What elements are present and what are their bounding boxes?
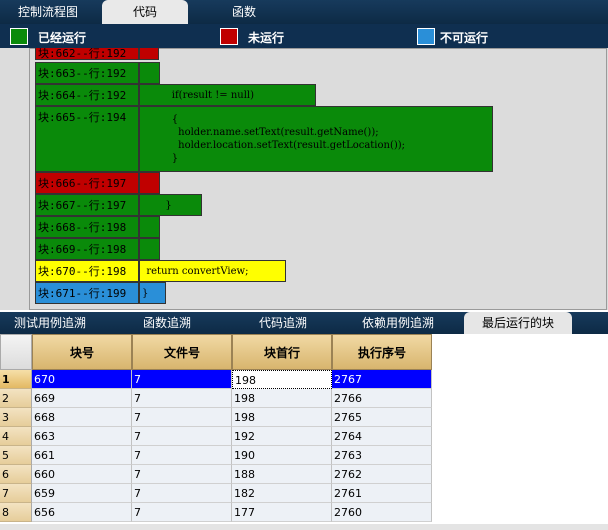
table-cell[interactable]: 182 <box>232 484 332 503</box>
row-header[interactable]: 7 <box>0 484 32 503</box>
block-code <box>139 62 160 84</box>
block-code <box>139 238 160 260</box>
tab-last-run-blocks[interactable]: 最后运行的块 <box>464 312 572 334</box>
table-cell[interactable]: 188 <box>232 465 332 484</box>
block-code: { holder.name.setText(result.getName());… <box>139 106 493 172</box>
block-label[interactable]: 块:666--行:197 <box>35 172 139 194</box>
table-cell[interactable]: 2761 <box>332 484 432 503</box>
legend-swatch-unreachable <box>417 28 435 45</box>
column-header-first-line[interactable]: 块首行 <box>232 334 332 370</box>
block-code: if(result != null) <box>139 84 316 106</box>
top-tab-bar: 控制流程图 代码 函数 <box>0 0 608 24</box>
table-cell[interactable]: 2760 <box>332 503 432 522</box>
block-label[interactable]: 块:665--行:194 <box>35 106 139 172</box>
row-header[interactable]: 1 <box>0 370 32 389</box>
table-cell[interactable]: 7 <box>132 503 232 522</box>
table-cell[interactable]: 2764 <box>332 427 432 446</box>
tab-control-flow[interactable]: 控制流程图 <box>8 0 88 24</box>
row-header[interactable]: 2 <box>0 389 32 408</box>
block-label[interactable]: 块:664--行:192 <box>35 84 139 106</box>
tab-dependency-trace[interactable]: 依赖用例追溯 <box>362 312 434 334</box>
table-cell[interactable]: 7 <box>132 446 232 465</box>
column-header-exec-order[interactable]: 执行序号 <box>332 334 432 370</box>
table-cell[interactable]: 660 <box>32 465 132 484</box>
table-cell[interactable]: 2763 <box>332 446 432 465</box>
table-cell[interactable]: 2765 <box>332 408 432 427</box>
table-corner <box>0 334 32 370</box>
table-cell[interactable]: 7 <box>132 370 232 389</box>
table-cell[interactable]: 192 <box>232 427 332 446</box>
legend-label-run: 已经运行 <box>38 31 87 45</box>
column-header-block-no[interactable]: 块号 <box>32 334 132 370</box>
table-cell[interactable]: 198 <box>232 408 332 427</box>
block-label[interactable]: 块:662--行:192 <box>35 48 139 60</box>
table-cell[interactable]: 661 <box>32 446 132 465</box>
table-cell[interactable]: 2766 <box>332 389 432 408</box>
block-code <box>139 172 160 194</box>
legend-swatch-not-run <box>220 28 238 45</box>
table-cell[interactable]: 7 <box>132 427 232 446</box>
row-header[interactable]: 3 <box>0 408 32 427</box>
block-label[interactable]: 块:663--行:192 <box>35 62 139 84</box>
table-cell[interactable]: 668 <box>32 408 132 427</box>
table-cell[interactable]: 2762 <box>332 465 432 484</box>
bottom-tab-bar: 测试用例追溯 函数追溯 代码追溯 依赖用例追溯 最后运行的块 <box>0 312 608 334</box>
row-header[interactable]: 4 <box>0 427 32 446</box>
table-cell[interactable]: 190 <box>232 446 332 465</box>
table-cell[interactable]: 7 <box>132 465 232 484</box>
block-label[interactable]: 块:669--行:198 <box>35 238 139 260</box>
tab-code[interactable]: 代码 <box>102 0 188 24</box>
block-code <box>139 216 160 238</box>
table-cell[interactable]: 670 <box>32 370 132 389</box>
block-code: return convertView; <box>139 260 286 282</box>
table-cell[interactable]: 669 <box>32 389 132 408</box>
table-cell[interactable]: 198 <box>232 370 332 389</box>
table-cell[interactable]: 177 <box>232 503 332 522</box>
table-cell[interactable]: 198 <box>232 389 332 408</box>
block-code <box>139 48 159 60</box>
tab-testcase-trace[interactable]: 测试用例追溯 <box>14 312 86 334</box>
coverage-legend: 已经运行 未运行 不可运行 <box>0 24 608 48</box>
tab-functions[interactable]: 函数 <box>218 0 270 24</box>
row-header[interactable]: 6 <box>0 465 32 484</box>
table-cell[interactable]: 656 <box>32 503 132 522</box>
block-label[interactable]: 块:670--行:198 <box>35 260 139 282</box>
legend-swatch-run <box>10 28 28 45</box>
column-header-file-no[interactable]: 文件号 <box>132 334 232 370</box>
tab-code-trace[interactable]: 代码追溯 <box>259 312 307 334</box>
row-header[interactable]: 5 <box>0 446 32 465</box>
code-coverage-view[interactable]: 块:662--行:192 块:663--行:192 块:664--行:192 i… <box>0 48 608 310</box>
block-code: } <box>139 194 202 216</box>
table-cell[interactable]: 7 <box>132 484 232 503</box>
block-code: } <box>139 282 166 304</box>
table-cell[interactable]: 7 <box>132 389 232 408</box>
last-run-blocks-table[interactable]: 块号 文件号 块首行 执行序号 1 670 7 198 2767 2 669 7 198 2766… <box>0 334 608 530</box>
table-cell[interactable]: 663 <box>32 427 132 446</box>
legend-label-not-run: 未运行 <box>248 31 285 45</box>
table-cell[interactable]: 659 <box>32 484 132 503</box>
table-cell[interactable]: 7 <box>132 408 232 427</box>
row-header[interactable]: 8 <box>0 503 32 522</box>
table-cell[interactable]: 2767 <box>332 370 432 389</box>
legend-label-unreachable: 不可运行 <box>440 31 489 45</box>
tab-function-trace[interactable]: 函数追溯 <box>143 312 191 334</box>
horizontal-scrollbar[interactable] <box>0 524 608 530</box>
block-label[interactable]: 块:668--行:198 <box>35 216 139 238</box>
block-label[interactable]: 块:667--行:197 <box>35 194 139 216</box>
block-label[interactable]: 块:671--行:199 <box>35 282 139 304</box>
